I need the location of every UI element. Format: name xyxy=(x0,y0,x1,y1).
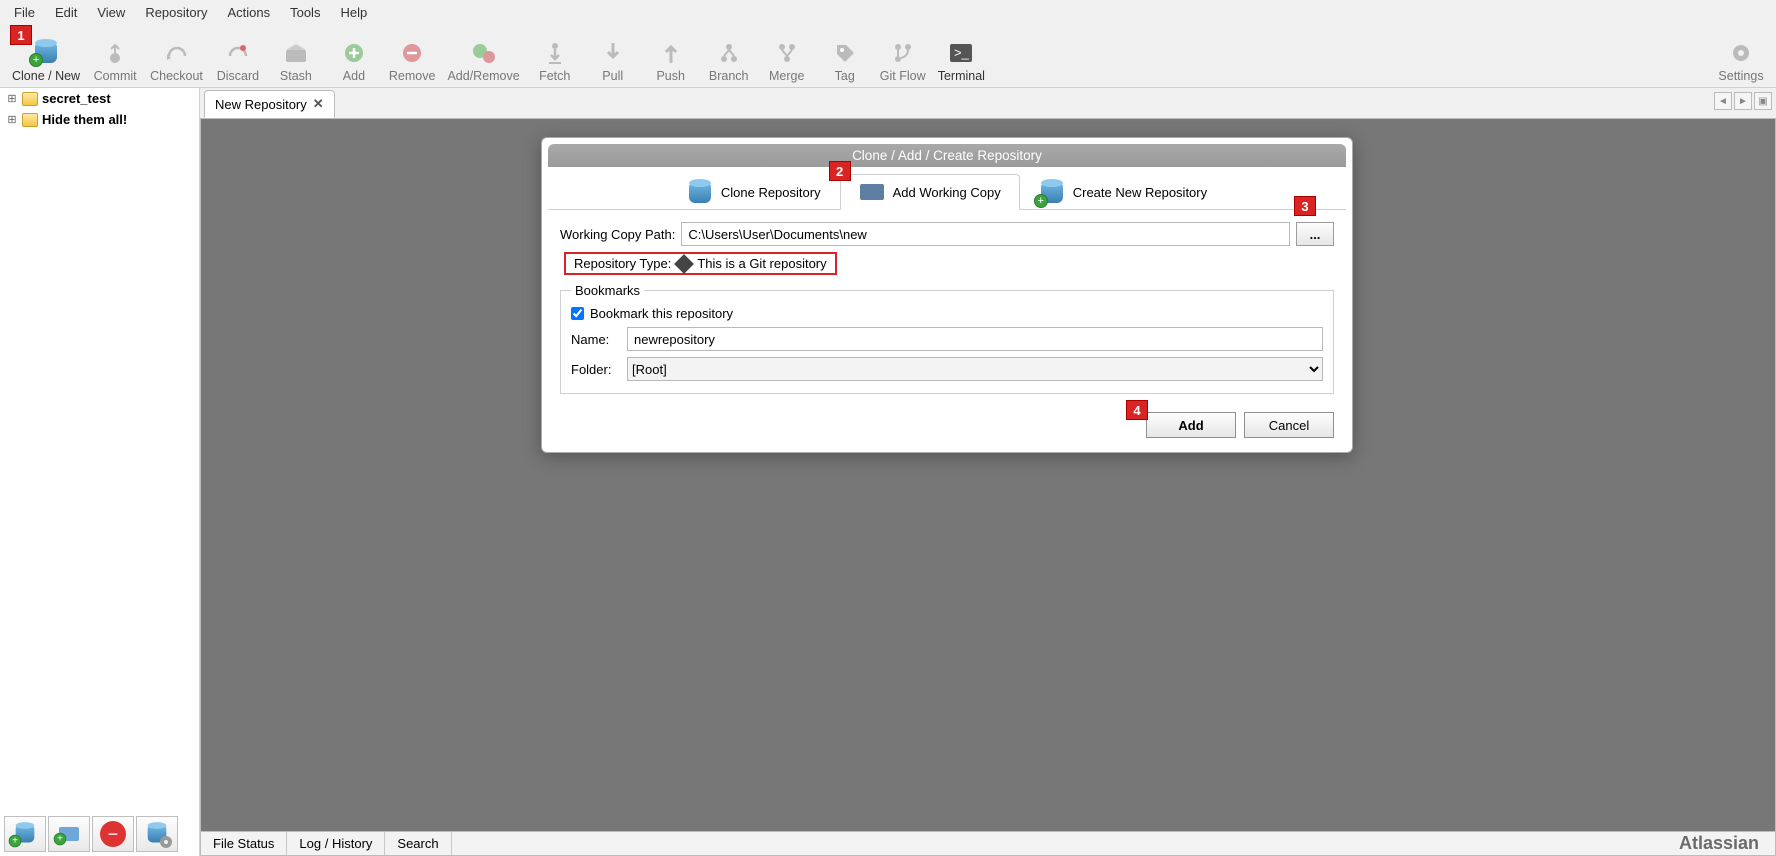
toolbar-branch[interactable]: Branch xyxy=(700,35,758,87)
toolbar-commit[interactable]: Commit xyxy=(86,35,144,87)
folder-icon xyxy=(22,92,38,106)
pull-icon xyxy=(604,37,622,69)
clone-add-create-dialog: Clone / Add / Create Repository Clone Re… xyxy=(541,137,1353,453)
folder-icon xyxy=(22,113,38,127)
folder-icon xyxy=(859,181,885,203)
tab-list-button[interactable]: ▣ xyxy=(1754,92,1772,110)
add-remove-icon xyxy=(471,37,497,69)
bookmark-checkbox-label: Bookmark this repository xyxy=(590,306,733,321)
menu-bar: File Edit View Repository Actions Tools … xyxy=(0,0,1776,24)
menu-tools[interactable]: Tools xyxy=(280,3,330,22)
repository-type-value: This is a Git repository xyxy=(697,256,826,271)
add-icon xyxy=(343,37,365,69)
toolbar-tag[interactable]: Tag xyxy=(816,35,874,87)
toolbar-add[interactable]: Add xyxy=(325,35,383,87)
repo-sidebar: ⊞ secret_test ⊞ Hide them all! + + − xyxy=(0,88,200,856)
toolbar-remove[interactable]: Remove xyxy=(383,35,442,87)
terminal-icon: >_ xyxy=(948,37,974,69)
menu-help[interactable]: Help xyxy=(330,3,377,22)
status-file-status[interactable]: File Status xyxy=(201,832,287,855)
tab-title: New Repository xyxy=(215,97,307,112)
create-repo-icon: + xyxy=(1039,182,1065,204)
tree-item-secret-test[interactable]: ⊞ secret_test xyxy=(0,88,199,109)
main-toolbar: + Clone / New Commit Checkout Discard St… xyxy=(0,24,1776,88)
toolbar-terminal[interactable]: >_Terminal xyxy=(932,35,991,87)
browse-path-button[interactable]: ... xyxy=(1296,222,1334,246)
sidebar-add-repo-button[interactable]: + xyxy=(4,816,46,852)
content-pane: New Repository ✕ ◄ ► ▣ Clone / Add / Cre… xyxy=(200,88,1776,856)
document-tabs: New Repository ✕ ◄ ► ▣ xyxy=(200,88,1776,118)
tab-new-repository[interactable]: New Repository ✕ xyxy=(204,90,335,118)
status-search[interactable]: Search xyxy=(385,832,451,855)
menu-edit[interactable]: Edit xyxy=(45,3,87,22)
status-bar: File Status Log / History Search Atlassi… xyxy=(201,831,1775,855)
checkout-icon xyxy=(165,37,189,69)
dialog-tab-clone[interactable]: Clone Repository xyxy=(668,174,840,210)
sidebar-remove-button[interactable]: − xyxy=(92,816,134,852)
toolbar-stash[interactable]: Stash xyxy=(267,35,325,87)
toolbar-pull[interactable]: Pull xyxy=(584,35,642,87)
git-flow-icon xyxy=(892,37,914,69)
clone-repo-icon xyxy=(687,182,713,204)
dialog-title: Clone / Add / Create Repository xyxy=(548,144,1346,167)
repository-type-row: Repository Type: This is a Git repositor… xyxy=(564,252,837,275)
clone-new-icon: + xyxy=(35,37,57,69)
tab-prev-button[interactable]: ◄ xyxy=(1714,92,1732,110)
branch-icon xyxy=(718,37,740,69)
bookmarks-legend: Bookmarks xyxy=(571,283,644,298)
annotation-marker-4: 4 xyxy=(1126,400,1148,420)
menu-actions[interactable]: Actions xyxy=(217,3,280,22)
fetch-icon xyxy=(544,37,566,69)
dialog-tabs: Clone Repository 2 Add Working Copy + Cr… xyxy=(548,173,1346,210)
name-input[interactable] xyxy=(627,327,1323,351)
toolbar-git-flow[interactable]: Git Flow xyxy=(874,35,932,87)
dialog-tab-add-working-copy[interactable]: 2 Add Working Copy xyxy=(840,174,1020,210)
annotation-marker-3: 3 xyxy=(1294,196,1316,216)
menu-file[interactable]: File xyxy=(4,3,45,22)
expander-icon[interactable]: ⊞ xyxy=(6,92,18,105)
working-copy-path-input[interactable] xyxy=(681,222,1290,246)
menu-view[interactable]: View xyxy=(87,3,135,22)
toolbar-add-remove[interactable]: Add/Remove xyxy=(441,35,525,87)
working-copy-path-label: Working Copy Path: xyxy=(560,227,675,242)
repository-type-label: Repository Type: xyxy=(574,256,671,271)
gear-icon xyxy=(1729,37,1753,69)
annotation-marker-1: 1 xyxy=(10,25,32,45)
sidebar-settings-button[interactable] xyxy=(136,816,178,852)
bookmark-checkbox[interactable] xyxy=(571,307,584,320)
toolbar-settings[interactable]: Settings xyxy=(1712,35,1770,87)
push-icon xyxy=(662,37,680,69)
annotation-marker-2: 2 xyxy=(829,161,851,181)
svg-text:>_: >_ xyxy=(954,45,970,60)
remove-icon xyxy=(401,37,423,69)
status-log-history[interactable]: Log / History xyxy=(287,832,385,855)
close-tab-icon[interactable]: ✕ xyxy=(313,96,324,112)
tab-next-button[interactable]: ► xyxy=(1734,92,1752,110)
tree-item-hide-them-all[interactable]: ⊞ Hide them all! xyxy=(0,109,199,130)
toolbar-fetch[interactable]: Fetch xyxy=(526,35,584,87)
git-icon xyxy=(674,254,694,274)
bookmarks-group: Bookmarks Bookmark this repository Name:… xyxy=(560,283,1334,394)
toolbar-checkout[interactable]: Checkout xyxy=(144,35,209,87)
merge-icon xyxy=(776,37,798,69)
add-button[interactable]: Add xyxy=(1146,412,1236,438)
toolbar-discard[interactable]: Discard xyxy=(209,35,267,87)
folder-label: Folder: xyxy=(571,362,621,377)
folder-select[interactable]: [Root] xyxy=(627,357,1323,381)
toolbar-push[interactable]: Push xyxy=(642,35,700,87)
tag-icon xyxy=(834,37,856,69)
toolbar-merge[interactable]: Merge xyxy=(758,35,816,87)
expander-icon[interactable]: ⊞ xyxy=(6,113,18,126)
commit-icon xyxy=(104,37,126,69)
stash-icon xyxy=(283,37,309,69)
content-area: Clone / Add / Create Repository Clone Re… xyxy=(200,118,1776,856)
sidebar-add-folder-button[interactable]: + xyxy=(48,816,90,852)
cancel-button[interactable]: Cancel xyxy=(1244,412,1334,438)
brand-label: Atlassian xyxy=(1679,832,1775,855)
dialog-tab-create-new[interactable]: + Create New Repository xyxy=(1020,174,1226,210)
discard-icon xyxy=(226,37,250,69)
name-label: Name: xyxy=(571,332,621,347)
menu-repository[interactable]: Repository xyxy=(135,3,217,22)
sidebar-toolbar: + + − xyxy=(0,812,182,856)
